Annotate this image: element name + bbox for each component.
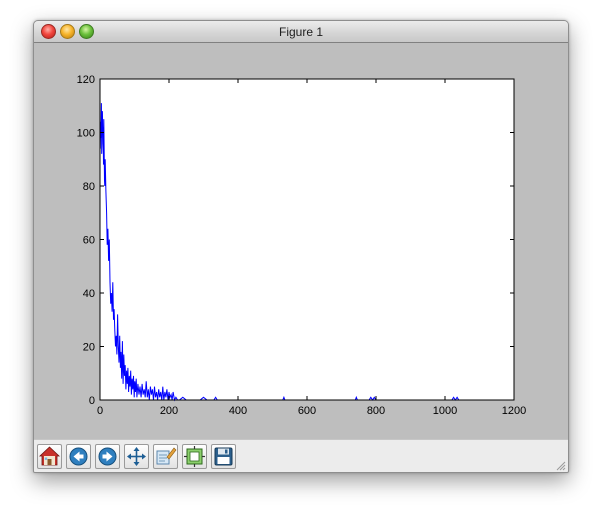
x-tick-label: 600: [298, 405, 316, 417]
y-tick-label: 0: [89, 395, 95, 407]
navigation-toolbar: [34, 439, 568, 472]
back-arrow-icon: [69, 447, 88, 466]
y-tick-label: 60: [83, 235, 95, 247]
x-tick-label: 1000: [433, 405, 457, 417]
resize-grip-icon[interactable]: [555, 460, 566, 471]
y-tick-label: 100: [77, 128, 95, 140]
y-tick-label: 40: [83, 288, 95, 300]
zoom-rect-icon: [156, 447, 177, 465]
home-icon: [38, 446, 61, 466]
floppy-disk-icon: [214, 447, 233, 466]
subplots-button[interactable]: [182, 444, 207, 469]
move-arrows-icon: [127, 447, 146, 466]
x-tick-label: 400: [229, 405, 247, 417]
y-tick-label: 120: [77, 74, 95, 86]
figure-window: Figure 1 0 200 400 600 800 1000 1200 0 20 40 60 80 1…: [33, 20, 569, 473]
pan-button[interactable]: [124, 444, 149, 469]
window-title: Figure 1: [278, 25, 324, 39]
back-button[interactable]: [66, 444, 91, 469]
figure-canvas[interactable]: 0 200 400 600 800 1000 1200 0 20 40 60 80 100 120: [34, 43, 568, 439]
save-button[interactable]: [211, 444, 236, 469]
forward-arrow-icon: [98, 447, 117, 466]
y-tick-label: 80: [83, 181, 95, 193]
plot-area: [100, 79, 514, 400]
subplots-icon: [184, 446, 205, 467]
x-tick-label: 200: [160, 405, 178, 417]
line-chart: 0 200 400 600 800 1000 1200 0 20 40 60 80 100 120: [77, 74, 527, 417]
y-tick-label: 20: [83, 342, 95, 354]
title-bar[interactable]: Figure 1: [34, 21, 568, 43]
forward-button[interactable]: [95, 444, 120, 469]
x-tick-label: 0: [97, 405, 103, 417]
zoom-button[interactable]: [153, 444, 178, 469]
home-button[interactable]: [37, 444, 62, 469]
x-tick-label: 800: [367, 405, 385, 417]
x-tick-label: 1200: [502, 405, 526, 417]
